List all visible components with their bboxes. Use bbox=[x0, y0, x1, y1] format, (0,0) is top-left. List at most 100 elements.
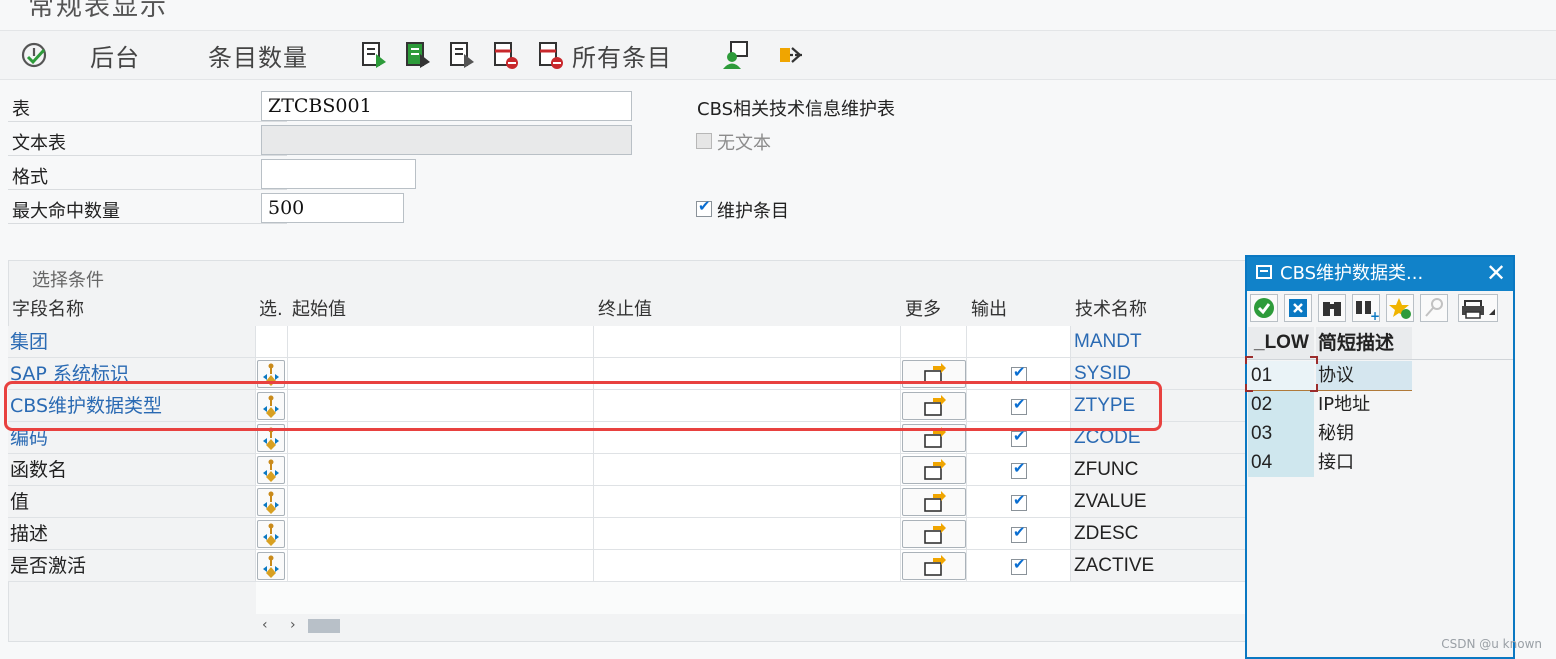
window-title: 常规表显示 bbox=[28, 0, 169, 22]
binoculars-icon bbox=[1323, 302, 1341, 316]
multiple-selection-icon bbox=[903, 427, 965, 455]
output-checkbox[interactable] bbox=[1011, 523, 1027, 543]
from-value-input[interactable] bbox=[288, 550, 594, 582]
selection-option-button[interactable] bbox=[257, 520, 285, 548]
execute-icon[interactable] bbox=[20, 40, 50, 70]
from-value-input[interactable] bbox=[288, 486, 594, 518]
row-field-cell: 值 bbox=[8, 486, 256, 518]
star-icon bbox=[1389, 298, 1411, 319]
no-text-checkbox bbox=[696, 133, 712, 149]
popup-low-cell[interactable]: 03 bbox=[1248, 419, 1314, 448]
popup-desc-cell[interactable]: 协议 bbox=[1316, 361, 1412, 390]
selection-option-button[interactable] bbox=[257, 552, 285, 580]
col-header-more: 更多 bbox=[905, 299, 941, 320]
max-hits-input[interactable]: 500 bbox=[261, 193, 404, 223]
multiple-selection-icon bbox=[903, 459, 965, 487]
confirm-button[interactable] bbox=[1250, 294, 1278, 322]
find-next-button[interactable]: + bbox=[1352, 294, 1380, 323]
highlight-box bbox=[4, 381, 1162, 431]
popup-desc-cell[interactable]: 接口 bbox=[1316, 448, 1412, 477]
scroll-left-icon[interactable]: ‹ bbox=[262, 617, 276, 633]
to-value-input[interactable] bbox=[594, 518, 901, 550]
layout-input[interactable] bbox=[261, 159, 416, 189]
settings-list-icon[interactable] bbox=[448, 40, 476, 70]
print-button[interactable] bbox=[1458, 294, 1498, 322]
favorite-button[interactable] bbox=[1386, 294, 1414, 322]
navigate-icon[interactable] bbox=[778, 40, 806, 70]
output-checkbox[interactable] bbox=[1011, 427, 1027, 447]
selection-title: 选择条件 bbox=[32, 270, 104, 291]
scroll-right-icon[interactable]: › bbox=[290, 617, 304, 633]
svg-text:+: + bbox=[1370, 309, 1379, 321]
field-name: 值 bbox=[10, 491, 30, 513]
delete-row-icon[interactable] bbox=[492, 40, 520, 70]
tech-name-cell: ZACTIVE bbox=[1071, 550, 1246, 582]
tech-name-cell: ZDESC bbox=[1071, 518, 1246, 550]
col-header-to: 终止值 bbox=[598, 299, 652, 320]
popup-title: CBS维护数据类... bbox=[1280, 263, 1424, 284]
table-input[interactable]: ZTCBS001 bbox=[261, 91, 632, 121]
multiple-selection-button[interactable] bbox=[902, 488, 966, 516]
all-entries-button[interactable]: 所有条目 bbox=[572, 38, 672, 73]
table-label: 表 bbox=[12, 99, 30, 120]
cancel-icon bbox=[1289, 299, 1307, 317]
from-value-input[interactable] bbox=[288, 518, 594, 550]
entry-count-button[interactable]: 条目数量 bbox=[208, 38, 308, 73]
field-name: 描述 bbox=[10, 523, 49, 545]
field-name[interactable]: 集团 bbox=[8, 331, 48, 353]
no-text-label: 无文本 bbox=[717, 133, 771, 154]
output-checkbox[interactable] bbox=[1011, 459, 1027, 479]
col-header-from: 起始值 bbox=[292, 299, 346, 320]
option-cell bbox=[256, 326, 288, 358]
popup-col-desc: 简短描述 bbox=[1316, 327, 1412, 359]
selection-option-button[interactable] bbox=[257, 488, 285, 516]
selection-fields-icon[interactable] bbox=[404, 40, 432, 70]
from-value-input[interactable] bbox=[288, 454, 594, 486]
selection-option-icon bbox=[258, 523, 284, 551]
layout-label: 格式 bbox=[12, 167, 48, 188]
to-value-input[interactable] bbox=[594, 486, 901, 518]
field-list-icon[interactable] bbox=[360, 40, 388, 70]
close-icon[interactable]: ✕ bbox=[1484, 259, 1508, 287]
popup-desc-cell[interactable]: 秘钥 bbox=[1316, 419, 1412, 448]
multiple-selection-icon bbox=[903, 491, 965, 519]
popup-window-icon bbox=[1256, 265, 1272, 279]
field-name: 是否激活 bbox=[10, 555, 87, 577]
tech-name: ZVALUE bbox=[1074, 491, 1147, 512]
tech-name-cell: ZFUNC bbox=[1071, 454, 1246, 486]
maintain-entries-label: 维护条目 bbox=[717, 201, 789, 222]
user-variant-icon[interactable] bbox=[722, 40, 750, 70]
selection-option-button[interactable] bbox=[257, 456, 285, 484]
printer-icon bbox=[1462, 300, 1495, 319]
maintain-entries-checkbox[interactable] bbox=[696, 197, 712, 217]
popup-low-cell[interactable]: 02 bbox=[1248, 390, 1314, 419]
horizontal-scrollbar[interactable] bbox=[308, 619, 340, 633]
delete-all-icon[interactable] bbox=[537, 40, 565, 70]
multiple-selection-button[interactable] bbox=[902, 520, 966, 548]
tech-name: ZDESC bbox=[1074, 523, 1139, 544]
output-checkbox[interactable] bbox=[1011, 555, 1027, 575]
text-table-input bbox=[261, 125, 632, 155]
tech-name: MANDT bbox=[1074, 331, 1142, 352]
field-name: 函数名 bbox=[10, 459, 68, 481]
key-icon bbox=[1425, 298, 1443, 317]
check-icon bbox=[1254, 298, 1274, 318]
background-button[interactable]: 后台 bbox=[90, 38, 140, 73]
selection-option-icon bbox=[258, 491, 284, 519]
to-value-input[interactable] bbox=[594, 550, 901, 582]
cancel-button[interactable] bbox=[1284, 294, 1312, 322]
output-checkbox[interactable] bbox=[1011, 491, 1027, 511]
multiple-selection-button[interactable] bbox=[902, 552, 966, 580]
text-table-label: 文本表 bbox=[12, 133, 66, 154]
to-value-input[interactable] bbox=[594, 454, 901, 486]
multiple-selection-button[interactable] bbox=[902, 456, 966, 484]
tech-name-cell: MANDT bbox=[1071, 326, 1246, 358]
selection-option-icon bbox=[258, 459, 284, 487]
tech-name: ZACTIVE bbox=[1074, 555, 1155, 576]
popup-desc-cell[interactable]: IP地址 bbox=[1316, 390, 1412, 419]
popup-low-cell[interactable]: 01 bbox=[1248, 361, 1314, 390]
find-button[interactable] bbox=[1318, 294, 1346, 322]
popup-low-cell[interactable]: 04 bbox=[1248, 448, 1314, 477]
row-field-cell: 是否激活 bbox=[8, 550, 256, 582]
row-field-cell: 函数名 bbox=[8, 454, 256, 486]
